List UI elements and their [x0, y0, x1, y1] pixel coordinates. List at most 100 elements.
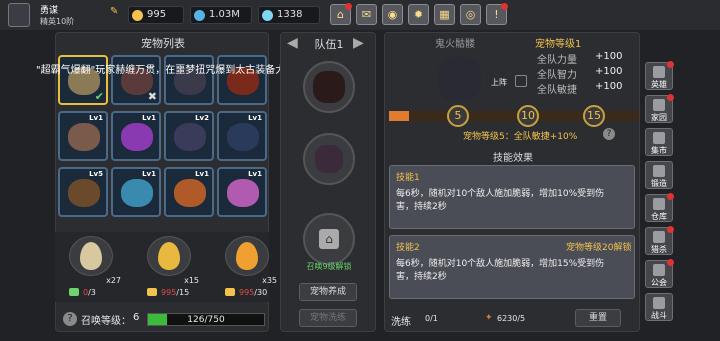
team-slot-2[interactable]	[303, 133, 355, 185]
pet-level-badge: Lv1	[142, 170, 156, 178]
pet-sprite	[68, 123, 100, 151]
cost-required: /3	[88, 288, 96, 297]
pet-slot[interactable]: Lv1	[111, 167, 161, 217]
guild-menu-button[interactable]: 公会	[645, 259, 674, 288]
side-menu: 英雄家园集市锻造仓库猎杀公会战斗	[645, 61, 679, 332]
shop-icon[interactable]: ⌂	[330, 3, 352, 25]
pet-detail-panel: 鬼火骷髅 宠物等级1 上阵 全队力量 +100 全队智力 +100 全队敏捷 +100 5…	[384, 32, 640, 332]
pet-slot[interactable]: Lv1	[58, 111, 108, 161]
gift-icon[interactable]: ▦	[434, 4, 455, 25]
player-name: 勇谋	[40, 6, 59, 16]
side-menu-label: 英雄	[651, 80, 667, 89]
summon-progress-bar: 126/750	[147, 313, 265, 326]
help-icon[interactable]: ?	[63, 312, 77, 326]
summon-progress-text: 126/750	[187, 315, 225, 325]
pet-slot[interactable]: Lv2	[164, 111, 214, 161]
pet-sprite	[174, 179, 206, 207]
team-slot-locked[interactable]: ⌂	[303, 213, 355, 265]
milestone-10: 10	[517, 105, 539, 127]
help-icon[interactable]: ?	[603, 128, 615, 140]
lock-icon: ⌂	[319, 229, 339, 249]
skill-1-title: 技能1	[396, 173, 420, 183]
check-icon: ✔	[94, 90, 104, 103]
alert-badge	[667, 61, 674, 68]
pet-sprite	[315, 145, 343, 173]
stat-label: 全队敏捷	[537, 85, 577, 96]
pet-sprite	[227, 179, 259, 207]
egg-summon-slot[interactable]: x27 0/3	[65, 236, 125, 297]
pet-wash-button[interactable]: 宠物洗练	[299, 309, 357, 327]
market-menu-button[interactable]: 集市	[645, 128, 673, 156]
egg-icon	[80, 242, 102, 270]
player-rank: 精英10阶	[40, 17, 75, 26]
diamond-resource: 1338	[258, 6, 320, 24]
battle-menu-button[interactable]: 战斗	[645, 293, 673, 321]
pet-name: 鬼火骷髅	[435, 39, 475, 50]
team-slot-1[interactable]	[303, 61, 355, 113]
egg-count: x35	[262, 276, 277, 285]
egg-summon-slot[interactable]: x35 995/30	[221, 236, 281, 297]
pet-sprite	[121, 123, 153, 151]
egg-summon-slot[interactable]: x15 995/15	[143, 236, 203, 297]
cost-required: /15	[176, 288, 190, 297]
pet-slot[interactable]: Lv1	[164, 167, 214, 217]
avatar[interactable]	[8, 3, 30, 27]
pet-level-badge: Lv1	[248, 114, 262, 122]
hero-menu-button[interactable]: 英雄	[645, 61, 674, 90]
storage-icon	[653, 198, 665, 210]
coin-value: 995	[147, 9, 167, 20]
pet-level: 宠物等级1	[535, 39, 582, 50]
pet-raise-button[interactable]: 宠物养成	[299, 283, 357, 301]
edit-icon[interactable]: ✎	[110, 6, 118, 17]
pet-sprite	[313, 71, 345, 103]
alert-icon[interactable]: !	[486, 3, 508, 25]
egg-count: x15	[184, 276, 199, 285]
skill-2-card: 技能2 宠物等级20解锁 每6秒，随机对10个敌人施加脆弱，增加15%受到伤害，…	[389, 235, 635, 299]
stat-label: 全队力量	[537, 55, 577, 66]
mail-icon[interactable]: ✉	[356, 4, 377, 25]
bonus-text: 宠物等级5：全队敏捷+10%	[463, 132, 578, 142]
pet-sprite	[68, 179, 100, 207]
settings-icon[interactable]: ✹	[408, 4, 429, 25]
skill-1-desc: 每6秒，随机对10个敌人施加脆弱，增加10%受到伤害，持续2秒	[396, 189, 605, 212]
battle-icon	[653, 297, 665, 309]
side-menu-label: 锻造	[651, 179, 667, 188]
summon-level: 6	[133, 312, 140, 323]
pet-level-badge: Lv1	[195, 170, 209, 178]
pet-slot[interactable]: Lv1	[111, 111, 161, 161]
gem-icon	[194, 10, 205, 21]
storage-menu-button[interactable]: 仓库	[645, 193, 674, 222]
wash-cost-icon: ✦	[485, 313, 493, 323]
team-panel: ◀ 队伍1 ▶ ⌂ 召唤9级解锁 宠物养成 宠物洗练	[280, 32, 376, 332]
home-menu-button[interactable]: 家园	[645, 94, 674, 123]
diamond-value: 1338	[277, 9, 303, 20]
reset-button[interactable]: 重置	[575, 309, 621, 327]
pet-slot[interactable]: Lv1	[217, 167, 267, 217]
gamepad-icon[interactable]: ◉	[382, 4, 403, 25]
stat-label: 全队智力	[537, 70, 577, 81]
pet-sprite	[227, 123, 259, 151]
pet-slot[interactable]: Lv1	[217, 111, 267, 161]
ticket-icon	[69, 288, 79, 296]
egg-icon	[236, 242, 258, 270]
level-progress-fill	[389, 111, 409, 121]
pet-level-badge: Lv1	[248, 170, 262, 178]
market-icon	[653, 132, 665, 144]
pet-sprite	[121, 179, 153, 207]
egg-cost: 995/15	[161, 288, 189, 297]
team-next-button[interactable]: ▶	[353, 35, 373, 51]
forge-icon	[653, 165, 665, 177]
skill-2-desc: 每6秒，随机对10个敌人施加脆弱，增加15%受到伤害，持续2秒	[396, 259, 605, 282]
pet-slot[interactable]: Lv5	[58, 167, 108, 217]
gem-resource: 1.03M	[190, 6, 252, 24]
alert-badge	[667, 193, 674, 200]
stat-value: +100	[595, 51, 623, 62]
stat-value: +100	[595, 66, 623, 77]
hunt-menu-button[interactable]: 猎杀	[645, 226, 674, 255]
game-screen: 勇谋 精英10阶 ✎ 995 1.03M 1338 ⌂ ✉ ◉ ✹ ▦ ◎ ! …	[0, 0, 720, 341]
skill-effect-title: 技能效果	[493, 153, 533, 164]
forge-menu-button[interactable]: 锻造	[645, 161, 673, 189]
wheel-icon[interactable]: ◎	[460, 4, 481, 25]
pet-level-badge: Lv2	[195, 114, 209, 122]
deploy-checkbox[interactable]	[515, 75, 527, 87]
